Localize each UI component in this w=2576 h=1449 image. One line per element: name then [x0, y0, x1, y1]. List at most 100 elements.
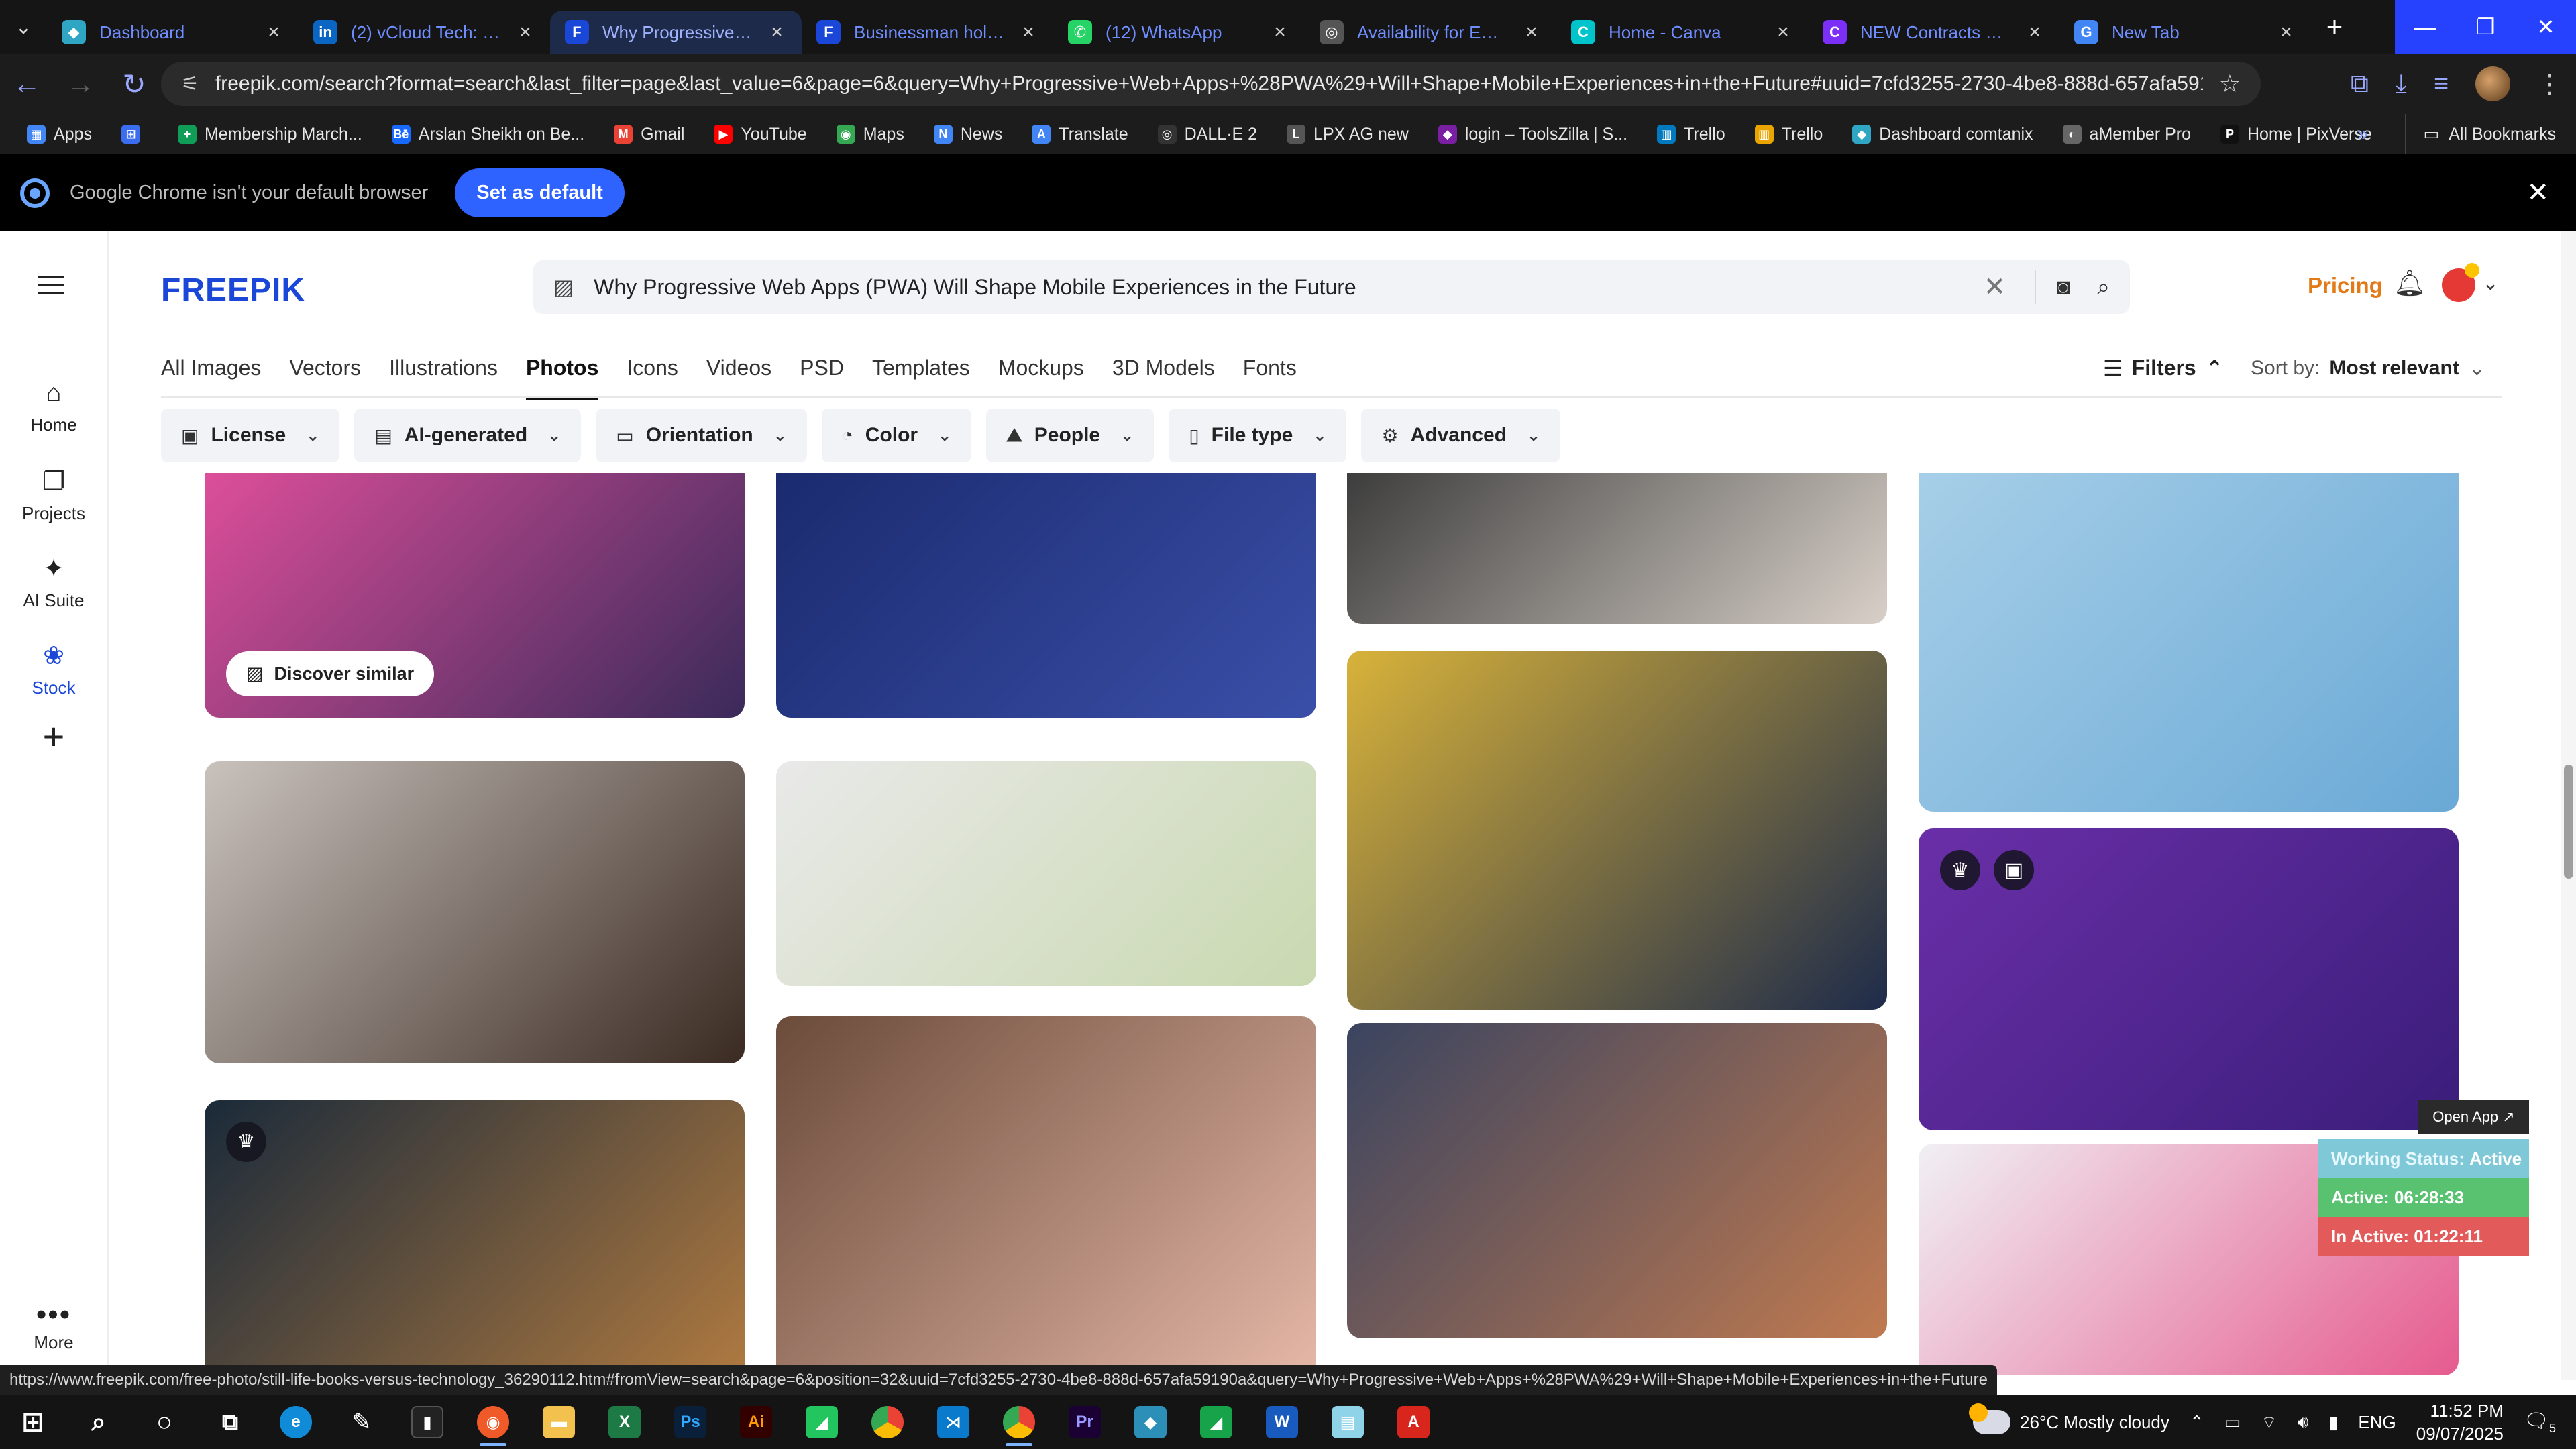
freepik-logo[interactable]: FREEPIK [161, 272, 305, 309]
discover-similar-button[interactable]: ▨ Discover similar [226, 651, 435, 696]
edge-icon[interactable]: e [263, 1395, 329, 1449]
tab-psd[interactable]: PSD [800, 356, 844, 400]
browser-tab[interactable]: C NEW Contracts 01.pdf × [1808, 11, 2059, 54]
image-result-card[interactable]: ♛ ▣ [1919, 828, 2459, 1130]
close-tab-icon[interactable]: × [1521, 21, 1542, 44]
reload-icon[interactable]: ↻ [107, 54, 161, 114]
close-tab-icon[interactable]: × [1773, 21, 1793, 44]
filter-chip-people[interactable]: ⛰ People ⌄ [986, 409, 1155, 462]
close-tab-icon[interactable]: × [2276, 21, 2296, 44]
green-app-icon[interactable]: ◢ [789, 1395, 855, 1449]
browser-tab[interactable]: F Businessman holding × [802, 11, 1053, 54]
browser-tab[interactable]: F Why Progressive Web Apps × [550, 11, 802, 54]
tab-vectors[interactable]: Vectors [289, 356, 361, 400]
bookmark-item[interactable]: M Gmail [614, 125, 684, 144]
green-app2-icon[interactable]: ◢ [1183, 1395, 1249, 1449]
vpn-icon[interactable]: ◆ [1118, 1395, 1183, 1449]
bookmark-item[interactable]: + Membership March... [177, 125, 362, 144]
bookmark-item[interactable]: L LPX AG new [1287, 125, 1409, 144]
notification-bell-icon[interactable]: 🔔︎ [2394, 269, 2426, 299]
page-scrollbar[interactable] [2561, 231, 2576, 1380]
set-default-button[interactable]: Set as default [455, 168, 625, 217]
cortana-icon[interactable]: ○ [131, 1395, 197, 1449]
filter-chip-color[interactable]: ◔ Color ⌄ [821, 409, 972, 462]
bookmark-item[interactable]: ◎ DALL·E 2 [1157, 125, 1257, 144]
excel-icon[interactable]: X [592, 1395, 657, 1449]
pricing-link[interactable]: Pricing [2308, 273, 2383, 299]
search-icon[interactable]: ⌕ [2097, 274, 2110, 301]
chevron-down-icon[interactable]: ⌄ [2482, 272, 2499, 295]
clock[interactable]: 11:52 PM 09/07/2025 [2416, 1399, 2504, 1445]
task-view-icon[interactable]: ⧉ [197, 1395, 263, 1449]
volume-icon[interactable]: 🔊︎ [2298, 1411, 2308, 1433]
site-info-icon[interactable]: ⚟ [181, 72, 199, 96]
chrome-icon[interactable] [855, 1395, 920, 1449]
bookmark-item[interactable]: ◆ Dashboard comtanix [1852, 125, 2033, 144]
bookmark-item[interactable]: ◉ Maps [836, 125, 904, 144]
user-avatar[interactable] [2442, 263, 2479, 302]
tab-templates[interactable]: Templates [872, 356, 970, 400]
media-control-icon[interactable]: ≡ [2434, 70, 2449, 99]
search-icon[interactable]: ⌕ [66, 1395, 131, 1449]
notification-center-icon[interactable]: 🗨︎5 [2524, 1409, 2556, 1436]
add-icon[interactable]: + [0, 714, 107, 758]
extensions-icon[interactable]: ⧉ [2351, 70, 2369, 99]
tab-fonts[interactable]: Fonts [1243, 356, 1297, 400]
bookmark-item[interactable]: A Translate [1032, 125, 1128, 144]
open-app-button[interactable]: Open App ↗ [2418, 1100, 2529, 1134]
address-bar[interactable]: ⚟ freepik.com/search?format=search&last_… [161, 62, 2261, 106]
tab-mockups[interactable]: Mockups [998, 356, 1084, 400]
acrobat-icon[interactable]: A [1381, 1395, 1446, 1449]
filter-chip-ai-generated[interactable]: ▤ AI-generated ⌄ [354, 409, 582, 462]
browser-tab[interactable]: in (2) vCloud Tech: People × [299, 11, 550, 54]
image-result-card[interactable]: ▨ Discover similar [205, 473, 745, 718]
bookmark-item[interactable]: N News [933, 125, 1002, 144]
close-tab-icon[interactable]: × [767, 21, 787, 44]
image-result-card[interactable] [1347, 1023, 1887, 1338]
browser-tab[interactable]: ✆ (12) WhatsApp × [1053, 11, 1305, 54]
word-icon[interactable]: W [1249, 1395, 1315, 1449]
browser-tab[interactable]: ◎ Availability for EST shift × [1305, 11, 1556, 54]
sidebar-more[interactable]: ••• More [0, 1300, 107, 1353]
close-infobar-icon[interactable]: ✕ [2526, 177, 2549, 208]
filters-button[interactable]: ☰ Filters ⌃ [2103, 356, 2224, 381]
image-result-card[interactable] [776, 1016, 1316, 1380]
image-result-card[interactable] [205, 761, 745, 1063]
restore-icon[interactable]: ❐ [2455, 0, 2516, 54]
bookmark-item[interactable]: ▦ Apps [27, 125, 92, 144]
url-text[interactable]: freepik.com/search?format=search&last_fi… [215, 72, 2203, 95]
search-input[interactable]: Why Progressive Web Apps (PWA) Will Shap… [594, 275, 1974, 300]
filter-chip-advanced[interactable]: ⚙ Advanced ⌄ [1361, 409, 1561, 462]
close-tab-icon[interactable]: × [515, 21, 535, 44]
image-type-icon[interactable]: ▨ [553, 274, 574, 300]
bookmark-item[interactable]: ▶ YouTube [714, 125, 807, 144]
tab-photos[interactable]: Photos [525, 356, 599, 400]
bookmark-item[interactable]: ◐ aMember Pro [2062, 125, 2191, 144]
image-result-card[interactable] [1347, 651, 1887, 1010]
image-result-card[interactable] [1347, 473, 1887, 624]
sidebar-item-home[interactable]: ⌂ Home [0, 379, 107, 435]
weather-widget[interactable]: 26°C Mostly cloudy [1969, 1403, 2169, 1434]
tab-illustrations[interactable]: Illustrations [389, 356, 498, 400]
tab-videos[interactable]: Videos [706, 356, 771, 400]
photoshop-icon[interactable]: Ps [657, 1395, 723, 1449]
camera-search-icon[interactable]: ◙ [2056, 274, 2070, 301]
illustrator-icon[interactable]: Ai [723, 1395, 789, 1449]
network-icon[interactable]: ▭ [2224, 1412, 2241, 1433]
tab-search-menu-icon[interactable]: ⌄ [0, 0, 47, 54]
file-explorer-icon[interactable]: ▬ [526, 1395, 592, 1449]
close-tab-icon[interactable]: × [2025, 21, 2045, 44]
filter-chip-license[interactable]: ▣ License ⌄ [161, 409, 340, 462]
close-tab-icon[interactable]: × [264, 21, 284, 44]
back-icon[interactable]: ← [0, 54, 54, 114]
bookmark-star-icon[interactable]: ☆ [2219, 70, 2241, 98]
sidebar-item-stock[interactable]: ❀ Stock [0, 641, 107, 698]
vscode-icon[interactable]: ⋊ [920, 1395, 986, 1449]
browser-tab[interactable]: G New Tab × [2059, 11, 2311, 54]
windows-start-icon[interactable]: ⊞ [0, 1395, 66, 1449]
filter-chip-orientation[interactable]: ▭ Orientation ⌄ [596, 409, 807, 462]
close-tab-icon[interactable]: × [1018, 21, 1038, 44]
tab-icons[interactable]: Icons [627, 356, 678, 400]
terminal-icon[interactable]: ▮ [394, 1395, 460, 1449]
image-result-card[interactable] [776, 473, 1316, 718]
